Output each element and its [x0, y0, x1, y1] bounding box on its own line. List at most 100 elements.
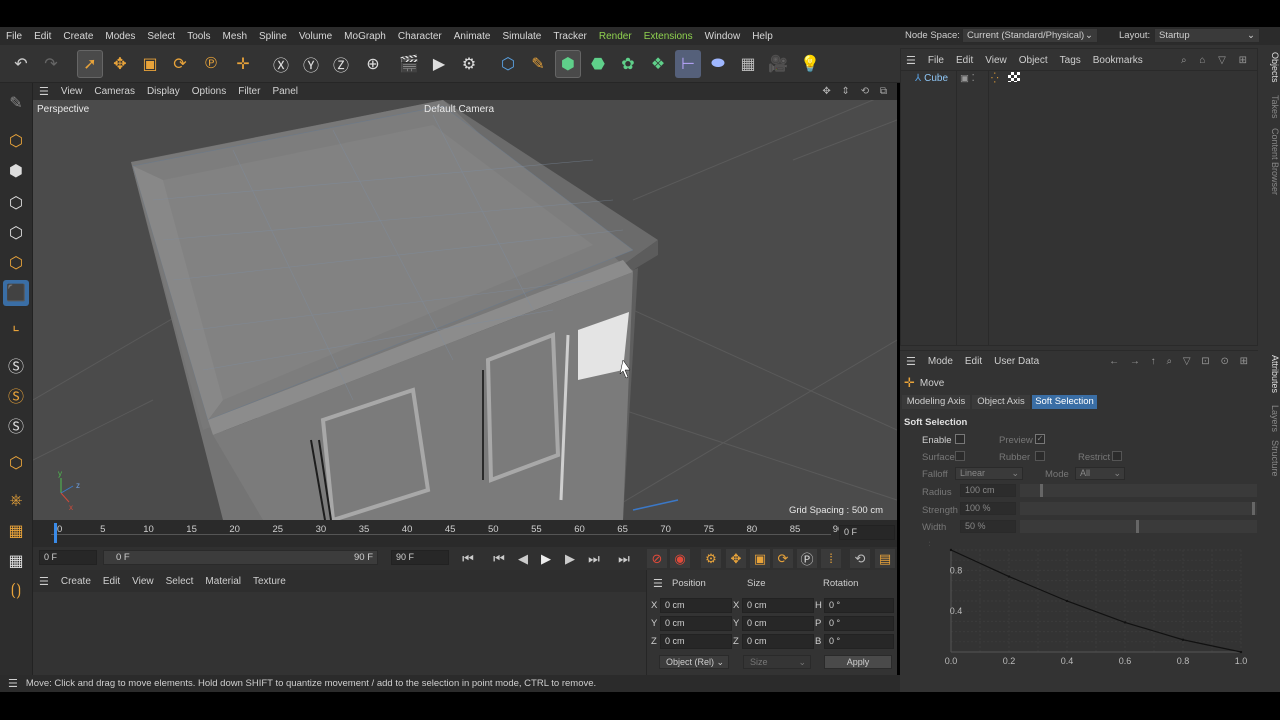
apply-button[interactable]: Apply — [824, 655, 892, 669]
width-slider[interactable] — [1020, 520, 1257, 533]
object-menu-bookmarks[interactable]: Bookmarks — [1087, 55, 1149, 66]
slider-handle[interactable] — [1136, 520, 1139, 533]
play-icon[interactable]: ▶ — [536, 549, 556, 568]
rotation-h-field[interactable]: 0 ° — [824, 598, 894, 613]
object-manager-tool-icons[interactable]: ⌕ ⌂ ▽ ⊞ — [1175, 55, 1258, 66]
next-key-icon[interactable]: ⏭ — [584, 549, 604, 568]
strength-slider[interactable] — [1020, 502, 1257, 515]
size-y-field[interactable]: 0 cm — [742, 616, 814, 631]
enable-snapping-icon[interactable]: ▦ — [3, 548, 29, 574]
camera-name[interactable]: Default Camera — [424, 104, 494, 115]
enable-checkbox[interactable] — [955, 434, 965, 444]
current-frame-field[interactable]: 0 F — [839, 525, 895, 540]
side-tab-layers[interactable]: Layers — [1260, 405, 1280, 432]
key-scale-icon[interactable]: ▣ — [750, 549, 770, 568]
slider-handle[interactable] — [1252, 502, 1255, 515]
falloff-curve-chart[interactable]: 0.0 0.2 0.4 0.6 0.8 1.0 0.4 0.8 — [930, 540, 1260, 670]
magnet-icon[interactable]: ⎈ — [3, 488, 29, 514]
position-y-field[interactable]: 0 cm — [660, 616, 732, 631]
coordinate-system-icon[interactable]: ⊕ — [360, 50, 386, 78]
render-settings-icon[interactable]: ⚙ — [456, 50, 482, 78]
width-field[interactable]: 50 % — [960, 520, 1016, 533]
strength-field[interactable]: 100 % — [960, 502, 1016, 515]
interpolation-icon[interactable]: ⟲ — [850, 549, 870, 568]
extrude-icon[interactable]: ⬣ — [585, 50, 611, 78]
redo-icon[interactable]: ↷ — [38, 50, 64, 78]
edges-mode-icon[interactable]: ⬡ — [3, 250, 29, 276]
cube-object-icon[interactable]: ⬡ — [495, 50, 521, 78]
hamburger-icon[interactable]: ☰ — [900, 355, 922, 368]
radius-slider[interactable] — [1020, 484, 1257, 497]
light-icon[interactable]: 💡 — [797, 50, 823, 78]
mode-dropdown[interactable]: All ⌄ — [1075, 467, 1125, 480]
next-frame-icon[interactable]: ▶ — [560, 549, 580, 568]
material-menu-texture[interactable]: Texture — [247, 576, 292, 587]
falloff-dropdown[interactable]: Linear ⌄ — [955, 467, 1023, 480]
soft-selection-s-icon[interactable]: Ⓢ — [3, 382, 29, 408]
x-axis-icon[interactable]: Ⓧ — [268, 50, 294, 78]
menu-create[interactable]: Create — [57, 31, 99, 42]
array-icon[interactable]: ❖ — [645, 50, 671, 78]
3d-viewport[interactable]: y z x Perspective Default Camera Grid Spac… — [33, 100, 897, 520]
scale-icon[interactable]: ▣ — [137, 50, 163, 78]
quantize-icon[interactable]: ⟮⟯ — [3, 578, 29, 604]
attribute-menu-user-data[interactable]: User Data — [988, 356, 1045, 367]
pen-tool-icon[interactable]: ✎ — [525, 50, 551, 78]
menu-window[interactable]: Window — [699, 31, 747, 42]
tab-modeling-axis[interactable]: Modeling Axis — [902, 395, 970, 409]
hamburger-icon[interactable]: ☰ — [33, 85, 55, 98]
move-icon[interactable]: ✥ — [107, 50, 133, 78]
polygons-mode-icon[interactable]: ⬛ — [3, 280, 29, 306]
key-position-icon[interactable]: ✥ — [726, 549, 746, 568]
visibility-toggle-icon[interactable]: ▣ ⁚ — [960, 73, 975, 84]
hamburger-icon[interactable]: ☰ — [653, 577, 663, 590]
menu-animate[interactable]: Animate — [448, 31, 497, 42]
axis-lock-icon[interactable]: ✛ — [230, 50, 256, 78]
tab-soft-selection[interactable]: Soft Selection — [1032, 395, 1097, 409]
rotation-p-field[interactable]: 0 ° — [824, 616, 894, 631]
render-picture-viewer-icon[interactable]: ▶ — [426, 50, 452, 78]
timeline-playhead[interactable] — [54, 523, 57, 543]
slider-handle[interactable] — [1040, 484, 1043, 497]
go-to-end-icon[interactable]: ⏭ — [614, 549, 634, 568]
object-menu-view[interactable]: View — [979, 55, 1013, 66]
key-rotation-icon[interactable]: ⟳ — [773, 549, 793, 568]
soft-selection-s2-icon[interactable]: Ⓢ — [3, 412, 29, 438]
floor-icon[interactable]: ▦ — [735, 50, 761, 78]
position-x-field[interactable]: 0 cm — [660, 598, 732, 613]
coordinate-mode-dropdown[interactable]: Object (Rel) ⌄ — [659, 655, 729, 669]
restrict-checkbox[interactable] — [1112, 451, 1122, 461]
side-tab-takes[interactable]: Takes — [1260, 95, 1280, 119]
menu-modes[interactable]: Modes — [99, 31, 141, 42]
viewport-nav-icons[interactable]: ✥ ⇕ ⟲ ⧉ — [816, 86, 897, 97]
viewport-menu-panel[interactable]: Panel — [266, 86, 304, 97]
side-tab-objects[interactable]: Objects — [1260, 52, 1280, 83]
material-menu-edit[interactable]: Edit — [97, 576, 126, 587]
undo-icon[interactable]: ↶ — [8, 50, 34, 78]
workplane-grid-icon[interactable]: ▦ — [3, 518, 29, 544]
layout-dropdown[interactable]: Startup ⌄ — [1154, 28, 1260, 43]
live-selection-icon[interactable]: ➚ — [77, 50, 103, 78]
uv-mode-icon[interactable]: ⌞ — [3, 312, 29, 338]
hamburger-icon[interactable]: ☰ — [0, 677, 26, 690]
object-menu-object[interactable]: Object — [1013, 55, 1054, 66]
phong-tag-icon[interactable]: ⁛ — [991, 73, 999, 84]
preview-checkbox[interactable]: ✓ — [1035, 434, 1045, 444]
texture-mode-icon[interactable]: ⬢ — [3, 158, 29, 184]
side-tab-attributes[interactable]: Attributes — [1260, 355, 1280, 393]
deformer-icon[interactable]: ⊢ — [675, 50, 701, 78]
previous-frame-icon[interactable]: ◀ — [513, 549, 533, 568]
side-tab-structure[interactable]: Structure — [1260, 440, 1280, 477]
go-to-start-icon[interactable]: ⏮ — [458, 549, 478, 568]
menu-spline[interactable]: Spline — [253, 31, 293, 42]
subdivision-icon[interactable]: ⬢ — [555, 50, 581, 78]
menu-character[interactable]: Character — [392, 31, 448, 42]
snap-icon[interactable]: Ⓢ — [3, 352, 29, 378]
previous-key-icon[interactable]: ⏮ — [489, 549, 509, 568]
render-view-icon[interactable]: 🎬 — [396, 50, 422, 78]
size-z-field[interactable]: 0 cm — [742, 634, 814, 649]
model-mode-icon[interactable]: ⬡ — [3, 128, 29, 154]
viewport-menu-options[interactable]: Options — [186, 86, 232, 97]
keyframe-selection-icon[interactable]: ⚙ — [701, 549, 721, 568]
radius-field[interactable]: 100 cm — [960, 484, 1016, 497]
